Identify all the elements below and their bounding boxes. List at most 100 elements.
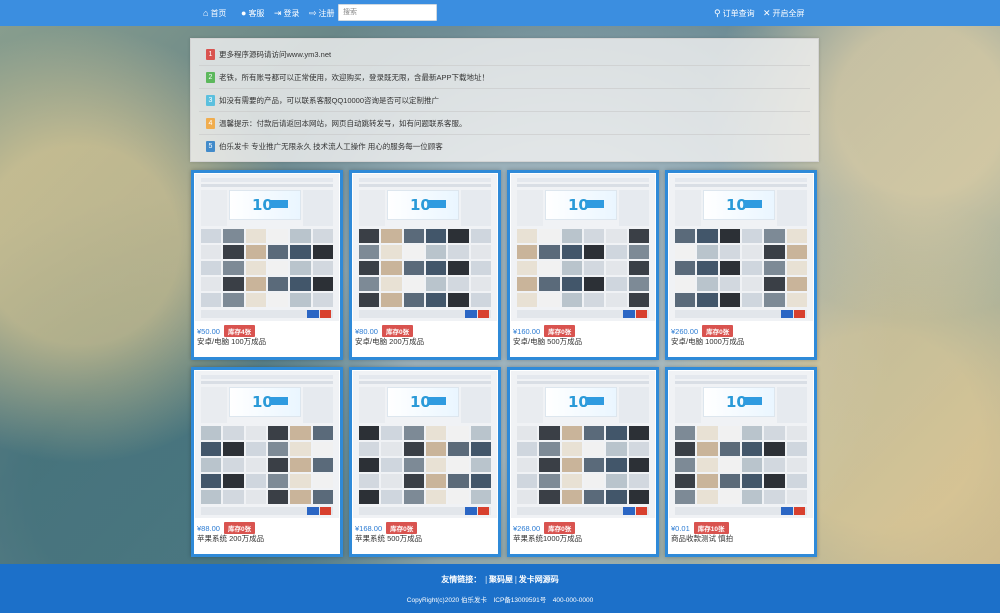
sign-in-icon: ⇥ <box>274 8 282 18</box>
product-card[interactable]: 10 ¥268.00 库存0张 苹果系统1000万成品 <box>507 367 659 557</box>
thumb-tile <box>719 442 740 456</box>
thumb-banner-tag <box>744 397 762 405</box>
nav-login[interactable]: ⇥ 登录 <box>274 8 300 19</box>
thumb-tile <box>539 490 560 504</box>
nav-fullscreen[interactable]: ✕ 开启全屏 <box>763 8 805 19</box>
thumb-tile <box>539 229 560 243</box>
nav-order-query[interactable]: ⚲ 订单查询 <box>714 8 755 19</box>
thumb-sidebar <box>517 190 543 226</box>
thumb-tile <box>786 426 807 440</box>
thumb-tile <box>426 229 447 243</box>
thumb-tile <box>606 261 627 275</box>
thumb-banner: 10 <box>703 387 775 417</box>
product-card[interactable]: 10 ¥160.00 库存0张 安卓/电脑 500万成品 <box>507 170 659 360</box>
thumb-tile <box>381 426 402 440</box>
thumb-tile <box>517 490 538 504</box>
thumb-tile <box>223 490 244 504</box>
thumb-tile <box>786 277 807 291</box>
friend-link-2[interactable]: 发卡网源码 <box>519 575 559 584</box>
thumb-header <box>675 178 807 182</box>
thumb-tile <box>201 293 222 307</box>
thumb-grid <box>517 426 649 504</box>
thumb-grid <box>359 229 491 307</box>
nav-home-label: 首页 <box>210 9 227 18</box>
expand-icon: ✕ <box>763 8 771 18</box>
nav-service[interactable]: ● 客服 <box>241 8 264 19</box>
thumb-tile <box>719 277 740 291</box>
thumb-banner-tag <box>270 397 288 405</box>
thumb-tile <box>470 229 491 243</box>
product-card[interactable]: 10 ¥168.00 库存0张 苹果系统 500万成品 <box>349 367 501 557</box>
thumb-tile <box>764 474 785 488</box>
thumb-tile <box>426 458 447 472</box>
thumb-tile <box>606 245 627 259</box>
product-card[interactable]: 10 ¥50.00 库存4张 安卓/电脑 100万成品 <box>191 170 343 360</box>
home-icon: ⌂ <box>203 8 209 18</box>
thumb-tile <box>403 245 424 259</box>
notice-text: 温馨提示：付款后请返回本网站，网页自动跳转发号，如有问题联系客服。 <box>219 118 467 128</box>
thumb-tile <box>719 293 740 307</box>
thumb-right-panel <box>303 387 333 423</box>
thumb-tile <box>697 426 718 440</box>
thumb-tile <box>223 229 244 243</box>
thumb-tile <box>381 490 402 504</box>
thumb-banner: 10 <box>545 190 617 220</box>
thumb-tile <box>290 426 311 440</box>
thumb-tile <box>223 458 244 472</box>
friend-link-1[interactable]: 聚码屋 <box>489 575 513 584</box>
thumb-tile <box>290 474 311 488</box>
thumb-tile <box>584 458 605 472</box>
thumb-tile <box>675 426 696 440</box>
product-card[interactable]: 10 ¥260.00 库存0张 安卓/电脑 1000万成品 <box>665 170 817 360</box>
thumb-tile <box>381 277 402 291</box>
notice-number-badge: 1 <box>206 48 215 60</box>
thumb-blue-block <box>623 507 635 515</box>
thumb-tile <box>223 245 244 259</box>
thumb-right-panel <box>619 387 649 423</box>
thumb-tile <box>268 277 289 291</box>
thumb-tile <box>223 474 244 488</box>
thumb-tile <box>561 293 582 307</box>
thumb-tile <box>201 229 222 243</box>
thumb-blue-block <box>623 310 635 318</box>
thumb-sidebar <box>517 387 543 423</box>
thumb-tile <box>628 261 649 275</box>
product-card[interactable]: 10 ¥80.00 库存0张 安卓/电脑 200万成品 <box>349 170 501 360</box>
nav-home[interactable]: ⌂ 首页 <box>203 8 226 19</box>
thumb-red-block <box>636 507 647 515</box>
thumb-tile <box>628 490 649 504</box>
search-input[interactable] <box>338 4 437 21</box>
thumb-tile <box>403 261 424 275</box>
thumb-tile <box>606 474 627 488</box>
thumb-tile <box>628 442 649 456</box>
nav-fullscreen-label: 开启全屏 <box>772 9 805 18</box>
thumb-banner: 10 <box>387 387 459 417</box>
thumb-tile <box>697 229 718 243</box>
thumb-tile <box>764 442 785 456</box>
thumb-tile <box>786 229 807 243</box>
thumb-tile <box>675 442 696 456</box>
thumb-tile <box>223 442 244 456</box>
friend-links-label: 友情链接： <box>441 575 482 584</box>
thumb-tile <box>268 442 289 456</box>
product-name: 苹果系统 500万成品 <box>355 534 423 543</box>
thumb-tile <box>719 458 740 472</box>
thumb-tile <box>268 474 289 488</box>
product-card[interactable]: 10 ¥88.00 库存0张 苹果系统 200万成品 <box>191 367 343 557</box>
thumb-tile <box>268 490 289 504</box>
thumb-grid <box>675 426 807 504</box>
thumb-nav <box>675 184 807 187</box>
nav-register[interactable]: ⇨ 注册 <box>309 8 335 19</box>
thumb-tile <box>561 490 582 504</box>
thumb-tile <box>584 277 605 291</box>
notice-text: 老铁，所有账号都可以正常使用，欢迎购买，登录既无限，含最新APP下载地址！ <box>219 72 490 82</box>
product-card[interactable]: 10 ¥0.01 库存10张 商品收款测试 慎拍 <box>665 367 817 557</box>
thumb-red-block <box>794 310 805 318</box>
thumb-tile <box>426 277 447 291</box>
product-price: ¥50.00 <box>197 326 220 336</box>
thumb-tile <box>312 277 333 291</box>
thumb-tile <box>719 229 740 243</box>
thumb-tile <box>290 293 311 307</box>
notice-row: 5 伯乐发卡 专业推广无限永久 技术流人工操作 用心的服务每一位顾客 <box>199 135 810 158</box>
thumb-tile <box>312 229 333 243</box>
